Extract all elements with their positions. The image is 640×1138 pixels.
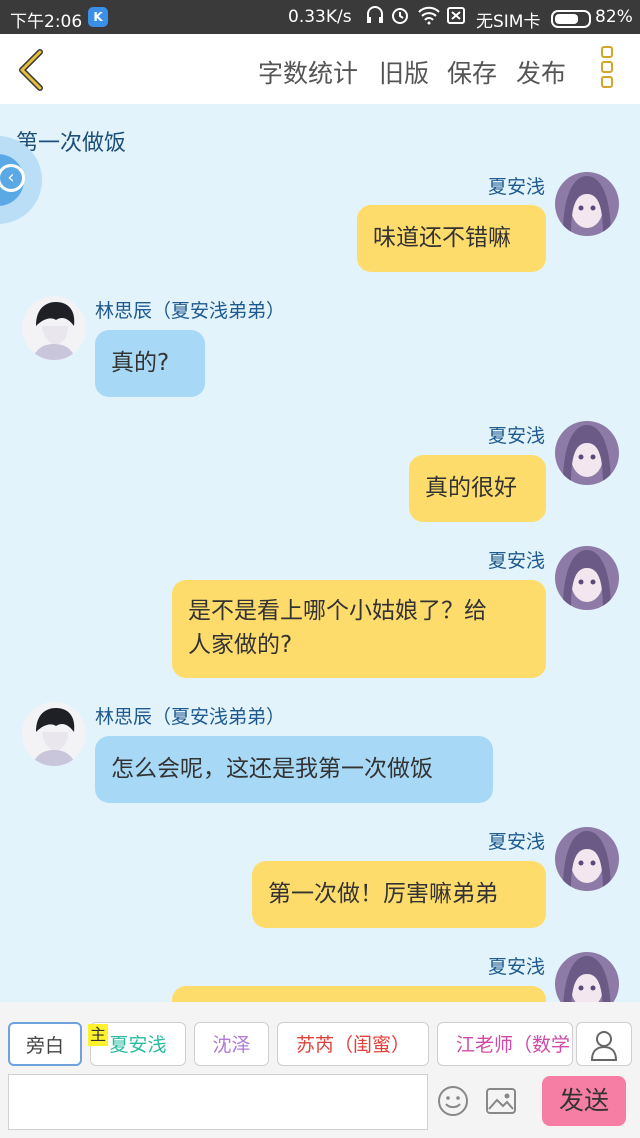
top-bar: 字数统计 旧版 保存 发布 (0, 34, 640, 104)
send-button[interactable]: 发送 (542, 1076, 626, 1126)
avatar-lin-sichen[interactable] (22, 702, 86, 766)
avatar-xia-anqian[interactable] (555, 421, 619, 485)
message-bubble[interactable]: 第一次做！厉害嘛弟弟 (252, 861, 546, 928)
speaker-name: 夏安浅 (487, 956, 545, 978)
role-label: 旁白 (25, 1035, 64, 1057)
more-menu-button[interactable] (596, 44, 618, 96)
alarm-icon (390, 5, 410, 30)
speaker-name: 林思辰（夏安浅弟弟） (95, 300, 286, 322)
battery-icon (551, 10, 591, 28)
avatar-xia-anqian[interactable] (555, 827, 619, 891)
speaker-name: 夏安浅 (487, 550, 545, 572)
message-bubble[interactable]: 怎么会呢，这还是我第一次做饭 (95, 736, 493, 803)
speaker-name: 夏安浅 (487, 425, 545, 447)
message-bubble[interactable]: 是不是看上哪个小姑娘了？给 人家做的? (172, 580, 546, 678)
chevron-left-icon (19, 49, 43, 91)
headphones-icon (366, 5, 384, 30)
avatar-xia-anqian[interactable] (555, 546, 619, 610)
publish-button[interactable]: 发布 (516, 54, 566, 90)
chat-area[interactable]: 第一次做饭 夏安浅 味道还不错嘛 林思辰（夏安浅弟弟） 真的? 夏安浅 真的很好… (0, 104, 640, 1002)
status-time: 下午2:06 (10, 12, 83, 32)
message-bubble[interactable] (172, 986, 546, 1002)
message-bubble[interactable]: 真的很好 (409, 455, 546, 522)
role-chip-jiang-teacher[interactable]: 江老师（数学 (437, 1022, 573, 1066)
role-label: 夏安浅 (109, 1034, 167, 1056)
battery-level (555, 14, 578, 24)
avatar-lin-sichen[interactable] (22, 296, 86, 360)
network-speed: 0.33K/s (288, 7, 352, 27)
role-label: 苏芮（闺蜜） (295, 1034, 410, 1056)
no-sim-icon (446, 5, 466, 30)
emoji-icon (438, 1086, 468, 1116)
image-button[interactable] (484, 1084, 518, 1118)
menu-dot-icon (601, 61, 613, 73)
role-chip-narrator[interactable]: 旁白 (8, 1022, 82, 1066)
wifi-icon (418, 5, 440, 30)
add-role-button[interactable] (576, 1022, 632, 1066)
save-button[interactable]: 保存 (447, 54, 497, 90)
speaker-name: 夏安浅 (487, 831, 545, 853)
emoji-button[interactable] (436, 1084, 470, 1118)
role-label: 沈泽 (212, 1034, 251, 1056)
old-version-button[interactable]: 旧版 (379, 54, 429, 90)
app-notification-icon: K (88, 7, 108, 27)
speaker-name: 林思辰（夏安浅弟弟） (95, 706, 286, 728)
status-bar: 下午2:06 K 0.33K/s 无SIM卡 82% (0, 0, 640, 34)
role-label: 江老师（数学 (456, 1034, 571, 1056)
word-count-button[interactable]: 字数统计 (258, 54, 358, 90)
battery-percent: 82% (595, 7, 633, 27)
role-chip-shen-ze[interactable]: 沈泽 (194, 1022, 269, 1066)
composer-panel: 旁白 夏安浅 主 沈泽 苏芮（闺蜜） 江老师（数学 发送 (0, 1002, 640, 1138)
menu-dot-icon (601, 46, 613, 58)
avatar-xia-anqian[interactable] (555, 172, 619, 236)
person-icon (590, 1031, 618, 1061)
role-chip-su-rui[interactable]: 苏芮（闺蜜） (277, 1022, 429, 1066)
message-text-line: 人家做的? (188, 632, 293, 658)
message-input[interactable] (8, 1074, 428, 1130)
message-bubble[interactable]: 味道还不错嘛 (357, 205, 546, 272)
menu-dot-icon (601, 76, 613, 88)
back-button[interactable] (14, 48, 50, 92)
image-icon (486, 1088, 516, 1114)
message-bubble[interactable]: 真的? (95, 330, 205, 397)
message-text-line: 是不是看上哪个小姑娘了？给 (188, 598, 487, 624)
main-role-badge: 主 (88, 1024, 108, 1046)
sim-status: 无SIM卡 (476, 12, 541, 32)
speaker-name: 夏安浅 (487, 176, 545, 198)
avatar-xia-anqian[interactable] (555, 952, 619, 1002)
